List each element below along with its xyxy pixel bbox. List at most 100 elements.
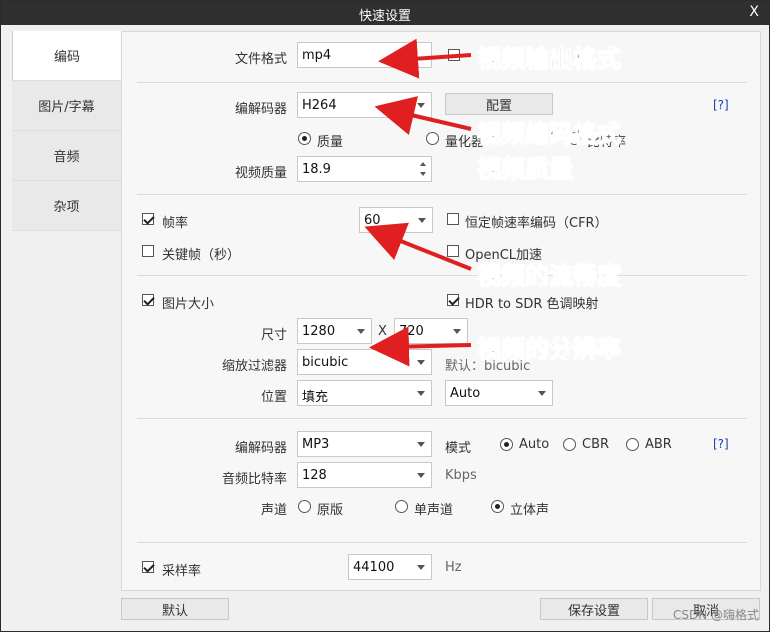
format-select[interactable]: mp4	[297, 42, 432, 68]
fps-label: 帧率	[162, 216, 189, 231]
sidebar-item-image-subtitle[interactable]: 图片/字幕	[12, 81, 121, 131]
sidebar-item-misc[interactable]: 杂项	[12, 181, 121, 231]
sample-rate-unit: Hz	[445, 560, 462, 575]
dimension-separator: X	[378, 324, 387, 339]
quality-radio[interactable]	[298, 132, 311, 145]
quality-radio-label: 质量	[317, 135, 344, 150]
quality-label: 视频质量	[234, 166, 287, 181]
sidebar-item-encoding[interactable]: 编码	[12, 31, 121, 81]
audio-help-link[interactable]: [?]	[713, 437, 729, 451]
default-button[interactable]: 默认	[121, 598, 229, 620]
quality-stepper[interactable]: 18.9	[297, 156, 432, 182]
hdr-checkbox[interactable]	[447, 294, 459, 306]
width-value: 1280	[302, 324, 336, 339]
annotation-resolution: 视频的分辨率	[477, 335, 622, 364]
config-button[interactable]: 配置	[445, 93, 553, 115]
sample-rate-select[interactable]: 44100	[348, 554, 432, 580]
format-checkbox[interactable]	[448, 49, 460, 61]
channel-stereo-radio[interactable]	[491, 500, 504, 513]
codec-select[interactable]: H264	[297, 92, 432, 118]
channel-original-label: 原版	[317, 503, 344, 518]
separator	[137, 275, 747, 276]
scale-filter-value: bicubic	[302, 355, 349, 370]
channel-label: 声道	[260, 503, 287, 518]
chevron-down-icon	[417, 473, 425, 478]
annotation-quality: 视频质量	[477, 155, 574, 184]
mode-auto-radio[interactable]	[500, 438, 513, 451]
chevron-down-icon	[417, 391, 425, 396]
annotation-fps: 视频的流畅度	[477, 262, 622, 291]
chevron-down-icon	[538, 391, 546, 396]
cfr-label: 恒定帧速率编码（CFR）	[465, 216, 608, 231]
height-value: 720	[399, 324, 424, 339]
stepper-down-icon[interactable]	[420, 172, 426, 176]
bitrate-unit: Kbps	[445, 468, 477, 483]
sample-rate-label: 采样率	[162, 564, 202, 579]
keyframe-label: 关键帧（秒）	[162, 248, 241, 263]
separator	[137, 82, 747, 83]
position-value: 填充	[302, 390, 329, 405]
mode-abr-label: ABR	[645, 437, 672, 452]
mode-cbr-radio[interactable]	[563, 438, 576, 451]
watermark: CSDN @嗨格式	[672, 608, 759, 622]
channel-mono-label: 单声道	[414, 503, 454, 518]
keyframe-checkbox[interactable]	[142, 245, 154, 257]
sample-rate-checkbox[interactable]	[142, 561, 154, 573]
audio-codec-select[interactable]: MP3	[297, 431, 432, 457]
mode-abr-radio[interactable]	[626, 438, 639, 451]
position-select[interactable]: 填充	[297, 380, 432, 406]
window-title: 快速设置	[358, 9, 411, 24]
sidebar: 编码 图片/字幕 音频 杂项	[12, 31, 121, 233]
scale-filter-label: 缩放过滤器	[221, 359, 287, 374]
codec-label: 编解码器	[234, 102, 287, 117]
stepper-up-icon[interactable]	[420, 162, 426, 166]
sidebar-item-audio[interactable]: 音频	[12, 131, 121, 181]
hdr-label: HDR to SDR 色调映射	[465, 297, 599, 312]
image-size-checkbox[interactable]	[142, 294, 154, 306]
channel-original-radio[interactable]	[298, 500, 311, 513]
audio-mode-label: 模式	[445, 441, 472, 456]
position-mode-select[interactable]: Auto	[445, 380, 553, 406]
codec-value: H264	[302, 98, 337, 113]
quality-value: 18.9	[302, 162, 331, 177]
chevron-down-icon	[417, 103, 425, 108]
save-button[interactable]: 保存设置	[540, 598, 648, 620]
opencl-checkbox[interactable]	[447, 245, 459, 257]
title-bar: 快速设置 X	[1, 1, 769, 25]
quantizer-radio[interactable]	[426, 132, 439, 145]
chevron-down-icon	[417, 442, 425, 447]
channel-stereo-label: 立体声	[510, 503, 550, 518]
close-icon[interactable]: X	[749, 4, 759, 20]
audio-bitrate-select[interactable]: 128	[297, 462, 432, 488]
separator	[137, 542, 747, 543]
chevron-down-icon	[417, 360, 425, 365]
cfr-checkbox[interactable]	[447, 213, 459, 225]
height-select[interactable]: 720	[394, 318, 468, 344]
format-value: mp4	[302, 48, 332, 63]
mode-auto-label: Auto	[519, 437, 550, 452]
separator	[137, 418, 747, 419]
separator	[137, 194, 747, 195]
audio-codec-label: 编解码器	[234, 441, 287, 456]
audio-bitrate-value: 128	[302, 468, 327, 483]
mode-cbr-label: CBR	[582, 437, 610, 452]
fps-checkbox[interactable]	[142, 213, 154, 225]
annotation-format: 视频输出格式	[477, 45, 622, 74]
chevron-down-icon	[453, 329, 461, 334]
chevron-down-icon	[418, 218, 426, 223]
scale-filter-select[interactable]: bicubic	[297, 349, 432, 375]
width-select[interactable]: 1280	[297, 318, 372, 344]
channel-mono-radio[interactable]	[395, 500, 408, 513]
sample-rate-value: 44100	[353, 560, 395, 575]
help-link[interactable]: [?]	[713, 98, 729, 112]
fps-value: 60	[364, 213, 381, 228]
format-label: 文件格式	[234, 52, 287, 67]
chevron-down-icon	[417, 565, 425, 570]
audio-codec-value: MP3	[302, 437, 330, 452]
chevron-down-icon	[357, 329, 365, 334]
dimension-label: 尺寸	[260, 328, 287, 343]
quick-settings-window: 快速设置 X 编码 图片/字幕 音频 杂项 文件格式 mp4 编解码器 H264…	[0, 0, 770, 632]
fps-select[interactable]: 60	[359, 207, 433, 233]
image-size-label: 图片大小	[162, 297, 215, 312]
annotation-codec: 视频编码格式	[477, 120, 622, 149]
